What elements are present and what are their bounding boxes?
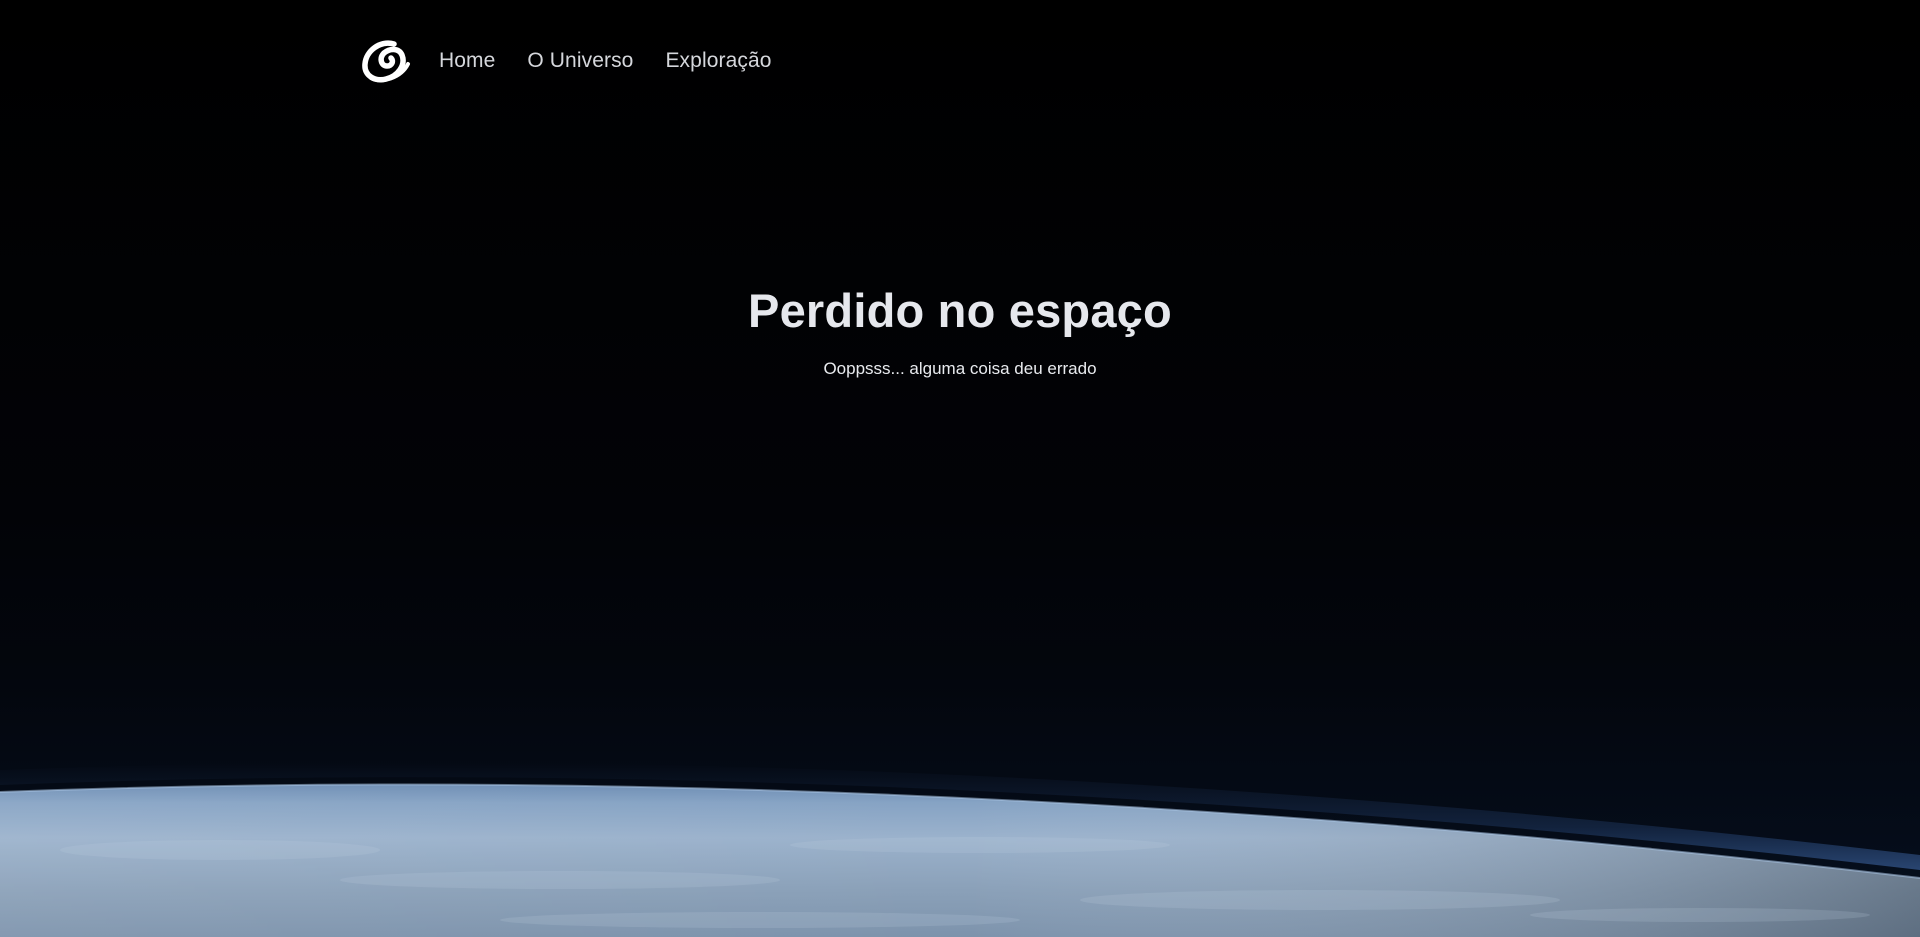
page-title: Perdido no espaço (748, 284, 1172, 337)
nav-link-o-universo[interactable]: O Universo (527, 49, 633, 73)
earth-horizon-background (0, 0, 1920, 937)
nav-link-exploracao[interactable]: Exploração (665, 49, 771, 73)
top-navigation: Home O Universo Exploração (360, 36, 804, 86)
galaxy-swirl-icon[interactable] (360, 36, 412, 86)
error-message-section: Perdido no espaço Ooppsss... alguma cois… (0, 278, 1920, 380)
error-subtitle: Ooppsss... alguma coisa deu errado (823, 359, 1097, 378)
error-page: Home O Universo Exploração Perdido no es… (0, 0, 1920, 937)
nav-link-home[interactable]: Home (439, 49, 495, 73)
